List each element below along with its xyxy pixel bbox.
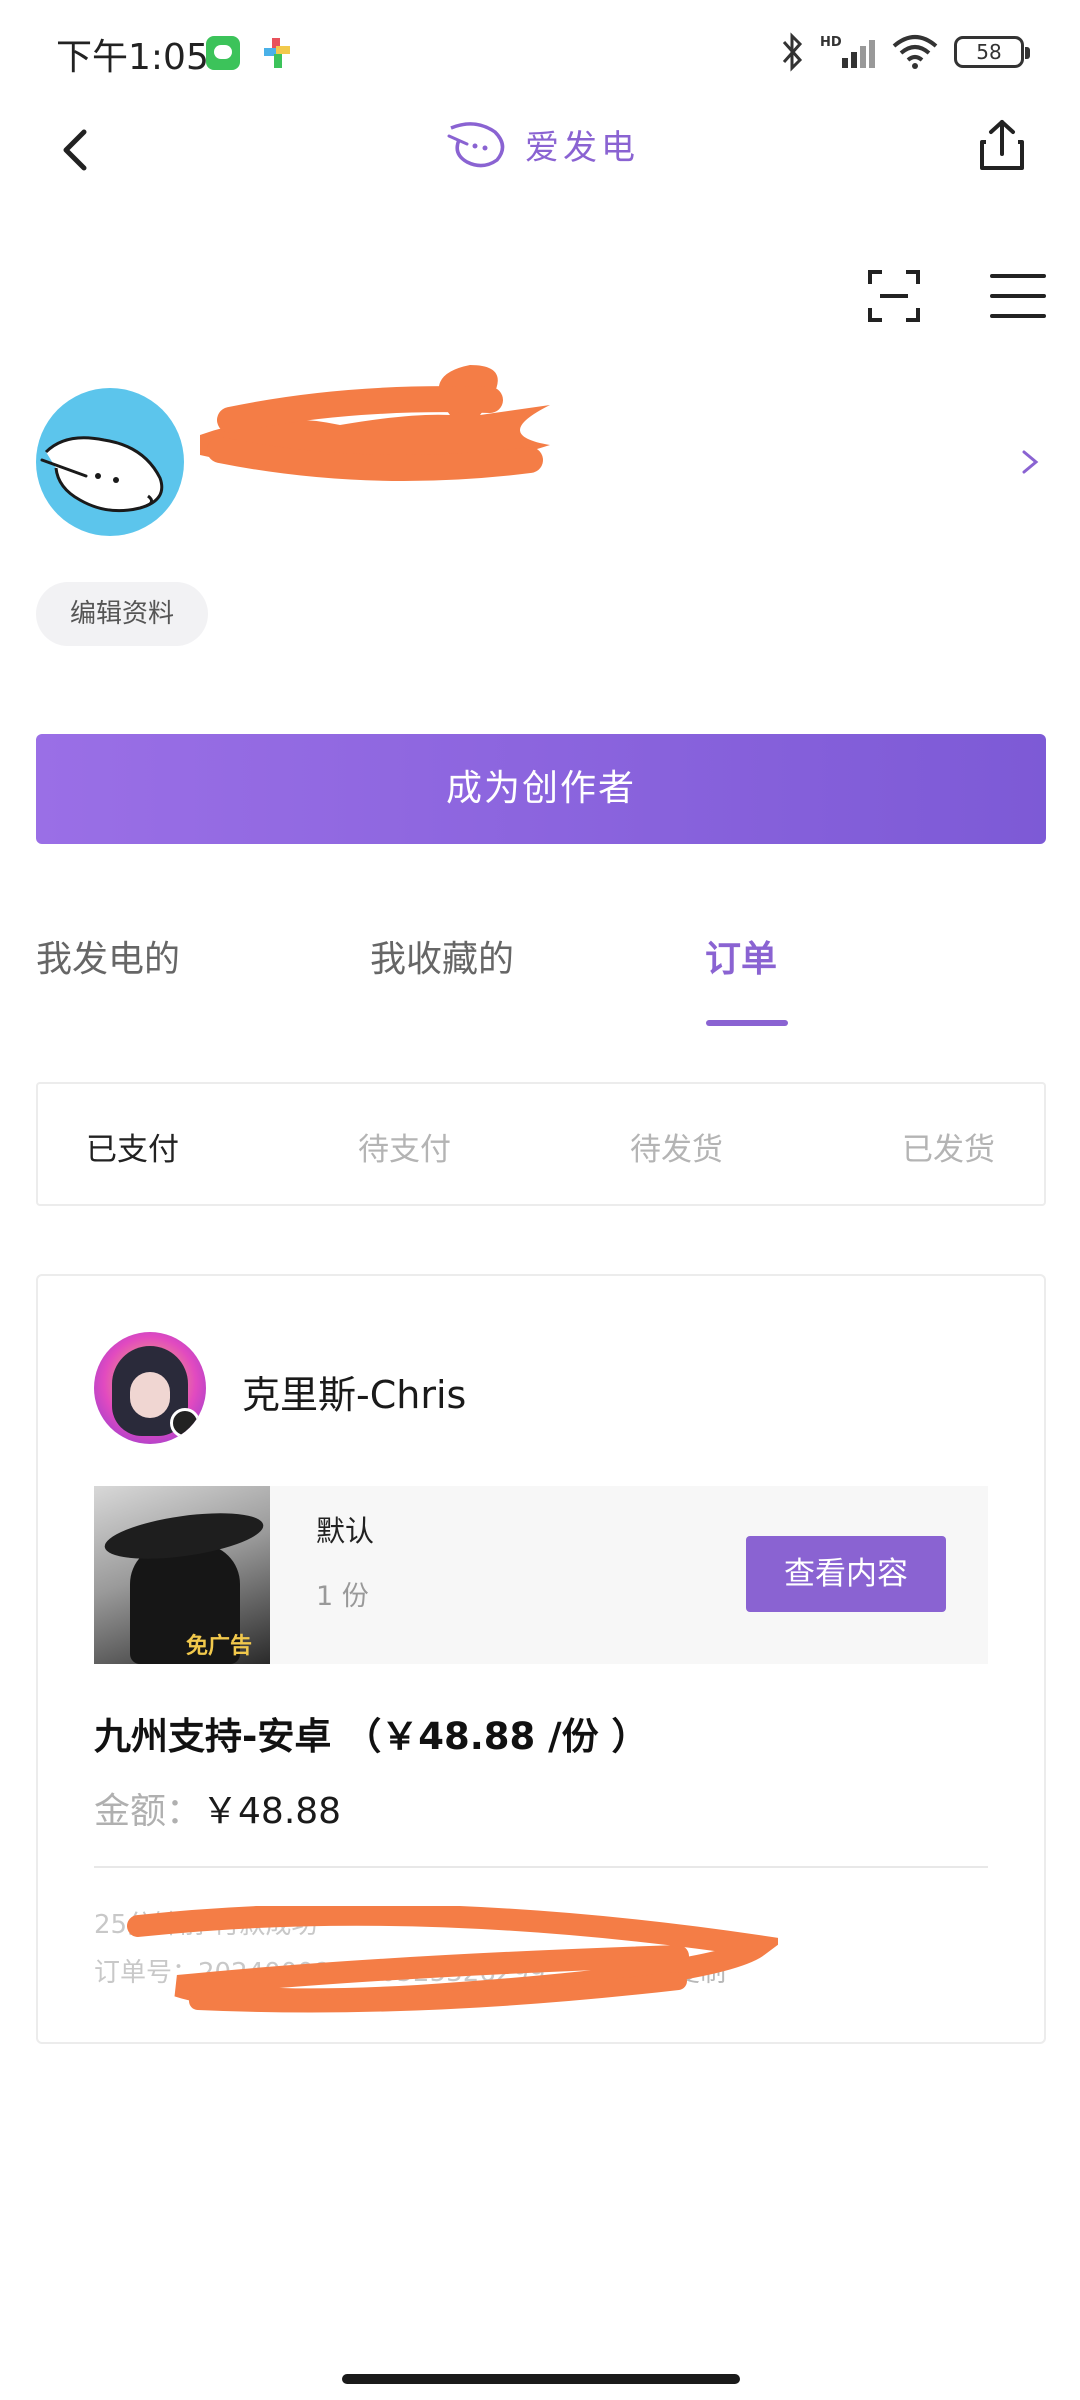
tab-favorites[interactable]: 我收藏的 bbox=[370, 930, 514, 982]
item-thumbnail: 免广告 bbox=[94, 1486, 270, 1664]
product-title: 九州支持-安卓 （￥48.88 /份 ） bbox=[94, 1715, 649, 1758]
home-indicator[interactable] bbox=[342, 2374, 740, 2384]
thumbnail-label: 免广告 bbox=[186, 1634, 253, 1659]
amount-value: ￥48.88 bbox=[202, 1791, 342, 1832]
subtab-shipped[interactable]: 已发货 bbox=[902, 1124, 995, 1169]
svg-text:HD: HD bbox=[820, 35, 842, 50]
edit-profile-button[interactable]: 编辑资料 bbox=[36, 582, 209, 646]
order-card: 克里斯-Chris 免广告 默认 1 份 查看内容 九州支持-安卓 （￥48.8… bbox=[36, 1274, 1046, 2044]
redaction-scribble bbox=[127, 1906, 778, 2013]
top-app-bar: 爱发电 bbox=[0, 100, 1080, 200]
amount-label: 金额： bbox=[94, 1791, 203, 1832]
app-notification-icon bbox=[264, 38, 290, 68]
main-tabs: 我发电的 我收藏的 订单 bbox=[0, 920, 1080, 1030]
divider bbox=[94, 1866, 988, 1868]
become-creator-button[interactable]: 成为创作者 bbox=[36, 734, 1046, 844]
tab-sponsored[interactable]: 我发电的 bbox=[36, 930, 180, 982]
amount-line: 金额：￥48.88 bbox=[94, 1782, 341, 1834]
brand-name: 爱发电 bbox=[525, 127, 639, 168]
share-icon[interactable] bbox=[972, 116, 1032, 176]
avatar-mascot-icon bbox=[40, 436, 164, 513]
scan-icon[interactable] bbox=[866, 268, 922, 324]
tab-indicator bbox=[706, 1020, 788, 1026]
status-time: 下午1:05 bbox=[56, 37, 209, 78]
order-item: 免广告 默认 1 份 查看内容 bbox=[94, 1486, 988, 1664]
status-bar: 下午1:05 HD 58 bbox=[0, 0, 1080, 100]
chevron-right-icon[interactable] bbox=[1018, 446, 1042, 478]
back-arrow-icon[interactable] bbox=[48, 120, 108, 180]
verified-badge-icon bbox=[170, 1408, 200, 1438]
order-status-tabs: 已支付 待支付 待发货 已发货 bbox=[36, 1082, 1046, 1206]
status-icons: HD 58 bbox=[780, 30, 1030, 74]
item-quantity: 1 份 bbox=[316, 1581, 369, 1612]
subtab-pending-shipment[interactable]: 待发货 bbox=[630, 1124, 723, 1169]
user-avatar[interactable] bbox=[36, 388, 184, 536]
wifi-icon bbox=[892, 35, 938, 69]
redacted-username bbox=[200, 365, 550, 481]
tab-orders[interactable]: 订单 bbox=[705, 930, 777, 982]
menu-icon[interactable] bbox=[990, 270, 1046, 322]
subtab-paid[interactable]: 已支付 bbox=[86, 1124, 179, 1169]
signal-icon: HD bbox=[820, 35, 875, 68]
creator-avatar[interactable] bbox=[94, 1332, 206, 1444]
brand-logo: 爱发电 bbox=[445, 118, 639, 170]
battery-icon: 58 bbox=[954, 36, 1030, 68]
item-variant: 默认 bbox=[316, 1514, 375, 1548]
afdian-logo-icon bbox=[447, 122, 505, 168]
subtab-unpaid[interactable]: 待支付 bbox=[358, 1124, 451, 1169]
creator-name[interactable]: 克里斯-Chris bbox=[242, 1364, 466, 1419]
view-content-button[interactable]: 查看内容 bbox=[746, 1536, 946, 1612]
bluetooth-icon bbox=[782, 32, 803, 72]
app-notification-icon bbox=[206, 36, 240, 70]
